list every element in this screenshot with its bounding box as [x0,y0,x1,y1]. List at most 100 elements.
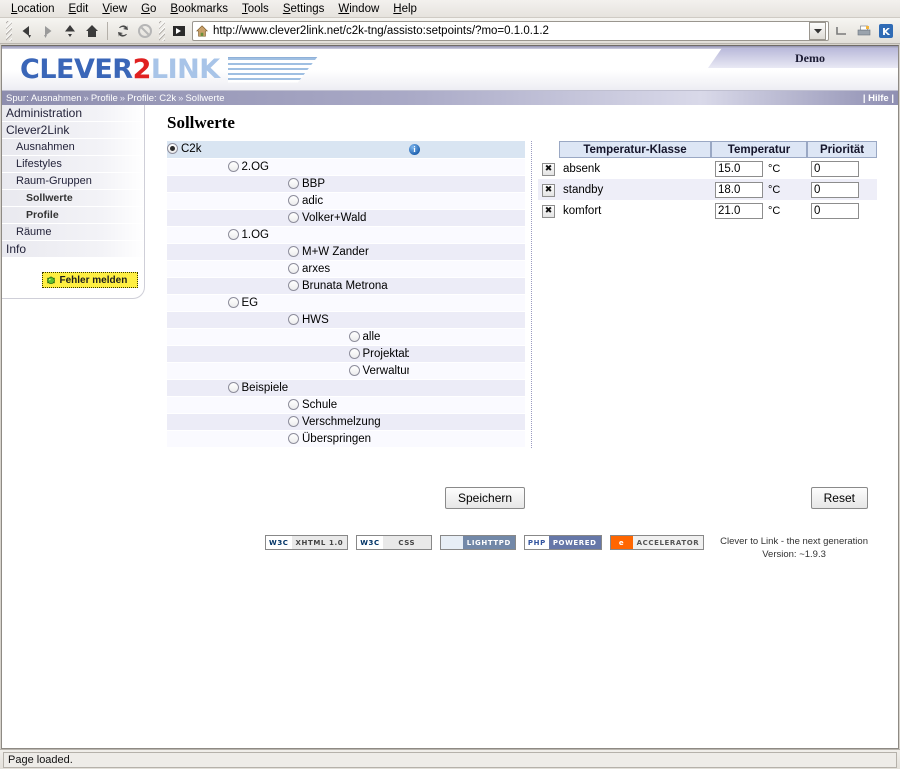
badge-powered[interactable]: PHP POWERED [523,535,602,550]
tree-radio-button[interactable] [288,194,299,206]
badge-xhtml-1-0[interactable]: W3C XHTML 1.0 [265,535,349,550]
menu-help[interactable]: Help [386,2,424,16]
sidebar-item-info[interactable]: Info [2,241,145,258]
tree-row[interactable]: Volker+Wald [167,209,525,227]
clear-location-icon[interactable] [831,20,853,42]
badge-accelerator[interactable]: e ACCELERATOR [609,535,705,550]
temperature-input[interactable] [715,181,763,198]
tree-label-cell[interactable]: Verschmelzung [288,413,409,431]
badge-css[interactable]: W3C CSS [356,535,432,550]
tree-radio-button[interactable] [348,347,360,359]
tree-radio-button[interactable] [288,432,299,444]
tree-label-cell[interactable]: BBP [288,175,409,193]
report-bug-button[interactable]: Fehler melden [41,272,138,288]
delete-row-button[interactable]: ✖ [542,204,555,218]
delete-row-button[interactable]: ✖ [542,162,555,176]
sidebar-item-sollwerte[interactable]: Sollwerte [2,190,145,207]
sidebar-item-profile[interactable]: Profile [2,207,145,224]
toolbar-grip[interactable] [6,20,12,41]
sidebar-item-r-ume[interactable]: Räume [2,224,145,241]
tree-label-cell[interactable]: Brunata Metrona [288,277,409,295]
tree-radio-button[interactable] [288,211,299,223]
tree-label-cell[interactable]: Projektabteilung [348,345,409,363]
info-icon[interactable]: i [409,144,420,156]
back-icon[interactable] [15,20,37,42]
konqueror-icon[interactable]: K [875,20,897,42]
tree-label-cell[interactable]: Verwaltung [348,362,409,380]
menu-edit[interactable]: Edit [62,2,96,16]
temperature-input[interactable] [715,202,763,219]
tree-radio-button[interactable] [288,415,299,427]
tree-label-cell[interactable]: Schule [288,396,409,414]
tree-row[interactable]: arxes [167,260,525,278]
tree-radio-button[interactable] [227,228,239,240]
menu-go[interactable]: Go [134,2,163,16]
tree-label-cell[interactable]: 1.OG [227,226,409,244]
sidebar-item-administration[interactable]: Administration [2,105,145,122]
tree-radio-button[interactable] [288,262,299,274]
badge-lighttpd[interactable]: LIGHTTPD [439,535,516,550]
tree-radio-button[interactable] [348,364,360,376]
priority-input[interactable] [811,181,859,198]
sidebar-item-lifestyles[interactable]: Lifestyles [2,156,145,173]
menu-settings[interactable]: Settings [276,2,332,16]
menu-location[interactable]: Location [4,2,62,16]
tree-label-cell[interactable]: HWS [288,311,409,329]
tree-radio-button[interactable] [288,313,299,325]
breadcrumb-item[interactable]: Profile: C2k [127,93,176,104]
up-icon[interactable] [59,20,81,42]
tree-label-cell[interactable]: adic [288,192,409,210]
bookmark-icon[interactable] [168,20,190,42]
tree-label-cell[interactable]: M+W Zander [288,243,409,261]
tree-row[interactable]: Verwaltung [167,362,525,380]
tree-label-cell[interactable]: alle [348,328,409,346]
tree-radio-button[interactable] [167,143,178,155]
temperature-input[interactable] [715,160,763,177]
tree-row[interactable]: Beispiele [167,379,525,397]
menu-window[interactable]: Window [331,2,386,16]
urlbar-grip[interactable] [159,20,165,41]
tree-row[interactable]: Verschmelzung [167,413,525,431]
tree-row[interactable]: EG [167,294,525,312]
save-button[interactable]: Speichern [445,487,526,509]
breadcrumb-item[interactable]: Profile [91,93,118,104]
home-icon[interactable] [81,20,103,42]
tree-radio-button[interactable] [288,245,299,257]
print-icon[interactable] [853,20,875,42]
menu-bookmarks[interactable]: Bookmarks [163,2,235,16]
chevron-down-icon[interactable] [809,21,826,40]
tree-row[interactable]: Brunata Metrona [167,277,525,295]
tree-row[interactable]: BBP [167,175,525,193]
tree-row[interactable]: alle [167,328,525,346]
url-text[interactable]: http://www.clever2link.net/c2k-tng/assis… [209,25,809,37]
tree-label-cell[interactable]: 2.OG [227,158,409,176]
sidebar-item-clever2link[interactable]: Clever2Link [2,122,145,139]
menu-view[interactable]: View [95,2,134,16]
sidebar-item-raum-gruppen[interactable]: Raum-Gruppen [2,173,145,190]
tree-row[interactable]: M+W Zander [167,243,525,261]
tree-row[interactable]: 1.OG [167,226,525,244]
tree-row[interactable]: Schule [167,396,525,414]
reset-button[interactable]: Reset [810,487,868,509]
tree-label-cell[interactable]: Überspringen [288,430,409,448]
tree-row[interactable]: adic [167,192,525,210]
url-bar[interactable]: http://www.clever2link.net/c2k-tng/assis… [192,20,829,41]
tree-label-cell[interactable]: Beispiele [227,379,409,397]
breadcrumb-item[interactable]: Sollwerte [185,93,224,104]
tree-row[interactable]: C2k i [167,141,525,159]
stop-icon[interactable] [134,20,156,42]
demo-tab[interactable]: Demo [708,48,898,68]
tree-row[interactable]: Überspringen [167,430,525,448]
tree-label-cell[interactable]: C2k [167,141,409,159]
help-link[interactable]: | Hilfe | [863,93,894,104]
menu-tools[interactable]: Tools [235,2,276,16]
tree-label-cell[interactable]: EG [227,294,409,312]
priority-input[interactable] [811,160,859,177]
tree-radio-button[interactable] [227,381,239,393]
reload-icon[interactable] [112,20,134,42]
tree-row[interactable]: Projektabteilung [167,345,525,363]
tree-radio-button[interactable] [288,177,299,189]
tree-radio-button[interactable] [227,296,239,308]
site-logo[interactable]: CLEVER 2 LINK [20,54,318,85]
tree-row[interactable]: HWS [167,311,525,329]
